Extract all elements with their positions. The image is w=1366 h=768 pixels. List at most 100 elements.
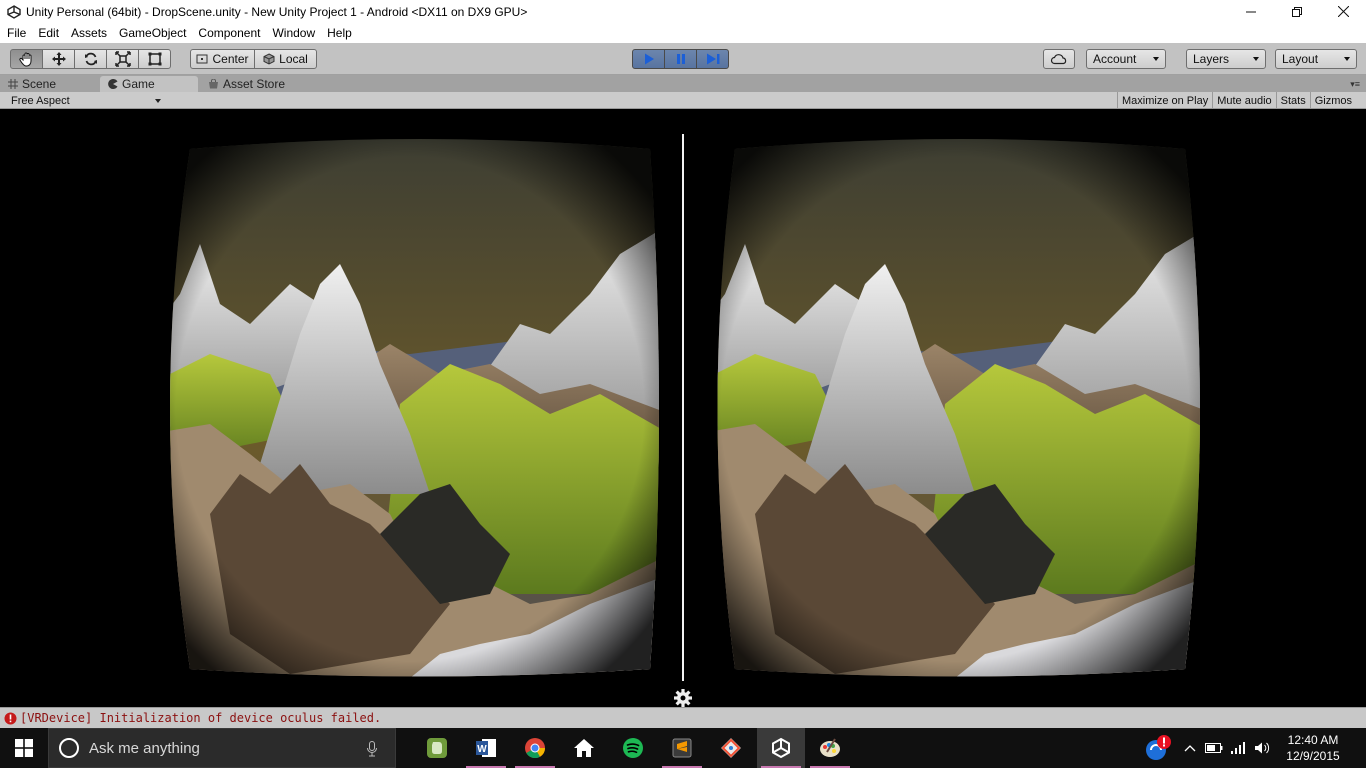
taskbar-home[interactable] xyxy=(560,728,608,768)
menu-assets[interactable]: Assets xyxy=(65,26,113,40)
layout-label: Layout xyxy=(1282,52,1319,66)
mute-audio-toggle[interactable]: Mute audio xyxy=(1212,92,1275,109)
game-view[interactable] xyxy=(0,109,1366,707)
microphone-icon[interactable] xyxy=(367,741,377,762)
tray-volume[interactable] xyxy=(1250,728,1274,768)
rotate-tool-button[interactable] xyxy=(74,49,107,69)
maximize-button[interactable] xyxy=(1274,0,1320,23)
play-controls xyxy=(632,49,729,69)
chrome-icon xyxy=(525,738,546,759)
start-button[interactable] xyxy=(0,728,48,768)
cortana-icon xyxy=(59,738,79,758)
pivot-label: Center xyxy=(212,52,249,66)
tab-scene[interactable]: Scene xyxy=(0,76,98,92)
menu-file[interactable]: File xyxy=(1,26,32,40)
cloud-icon xyxy=(1050,54,1067,65)
gear-icon xyxy=(674,689,692,707)
gizmos-dropdown[interactable]: Gizmos xyxy=(1309,92,1366,109)
taskbar-paint[interactable] xyxy=(806,728,854,768)
close-button[interactable] xyxy=(1320,0,1366,23)
account-dropdown[interactable]: Account xyxy=(1086,49,1166,69)
layers-dropdown[interactable]: Layers xyxy=(1186,49,1266,69)
error-icon xyxy=(4,712,17,725)
hand-tool-button[interactable] xyxy=(10,49,43,69)
tab-game[interactable]: Game xyxy=(100,76,198,92)
clock-date: 12/9/2015 xyxy=(1286,749,1340,763)
git-icon xyxy=(721,738,741,758)
search-box[interactable]: Ask me anything xyxy=(48,728,396,768)
battery-icon xyxy=(1205,743,1223,753)
unity-icon xyxy=(772,737,790,759)
tray-battery[interactable] xyxy=(1202,728,1226,768)
home-icon xyxy=(574,739,594,757)
step-button[interactable] xyxy=(696,49,729,69)
sublime-icon xyxy=(672,738,692,758)
aspect-dropdown[interactable]: Free Aspect xyxy=(6,94,164,107)
maximize-on-play-toggle[interactable]: Maximize on Play xyxy=(1117,92,1212,109)
unity-icon xyxy=(6,4,22,20)
view-tabs: Scene Game Asset Store ▾≡ xyxy=(0,75,1366,92)
scale-tool-button[interactable] xyxy=(106,49,139,69)
layout-dropdown[interactable]: Layout xyxy=(1275,49,1357,69)
space-local-button[interactable]: Local xyxy=(254,49,317,69)
menu-bar: File Edit Assets GameObject Component Wi… xyxy=(0,23,1366,43)
taskbar-unity[interactable] xyxy=(757,728,805,768)
svg-text:W: W xyxy=(477,744,487,755)
menu-help[interactable]: Help xyxy=(321,26,358,40)
tray-chevron-up[interactable] xyxy=(1178,728,1202,768)
taskbar-evernote[interactable] xyxy=(413,728,461,768)
show-desktop-button[interactable] xyxy=(1352,728,1366,768)
taskbar-sublime[interactable] xyxy=(658,728,706,768)
layers-label: Layers xyxy=(1193,52,1230,66)
menu-component[interactable]: Component xyxy=(192,26,266,40)
pivot-icon xyxy=(196,54,208,64)
move-tool-button[interactable] xyxy=(42,49,75,69)
chevron-down-icon xyxy=(1153,57,1159,61)
console-status-bar[interactable]: [VRDevice] Initialization of device ocul… xyxy=(0,707,1366,728)
main-toolbar: Center Local Account Layers Layout xyxy=(0,43,1366,75)
pause-button[interactable] xyxy=(664,49,697,69)
grid-icon xyxy=(8,79,18,89)
window-title: Unity Personal (64bit) - DropScene.unity… xyxy=(26,4,528,19)
clock[interactable]: 12:40 AM 12/9/2015 xyxy=(1274,732,1352,764)
bag-icon xyxy=(208,79,219,89)
aspect-label: Free Aspect xyxy=(11,94,70,107)
menu-edit[interactable]: Edit xyxy=(32,26,65,40)
cloud-button[interactable] xyxy=(1043,49,1075,69)
pivot-toggles: Center Local xyxy=(190,49,317,69)
windows-taskbar: Ask me anything W 12:40 AM 12/9/2015 xyxy=(0,728,1366,768)
rect-tool-button[interactable] xyxy=(138,49,171,69)
step-icon xyxy=(706,53,719,65)
hand-tool-icon xyxy=(18,52,31,67)
taskbar-chrome[interactable] xyxy=(511,728,559,768)
chevron-down-icon xyxy=(155,99,161,103)
tab-asset-store[interactable]: Asset Store xyxy=(200,76,310,92)
volume-icon xyxy=(1255,742,1270,754)
play-button[interactable] xyxy=(632,49,665,69)
menu-window[interactable]: Window xyxy=(266,26,321,40)
taskbar-git[interactable] xyxy=(707,728,755,768)
pivot-center-button[interactable]: Center xyxy=(190,49,255,69)
spotify-icon xyxy=(623,738,643,758)
transform-tools xyxy=(10,49,171,69)
evernote-icon xyxy=(427,738,447,758)
move-tool-icon xyxy=(51,52,66,66)
pacman-icon xyxy=(108,79,118,89)
menu-gameobject[interactable]: GameObject xyxy=(113,26,192,40)
taskbar-word[interactable]: W xyxy=(462,728,510,768)
minimize-button[interactable] xyxy=(1228,0,1274,23)
taskbar-spotify[interactable] xyxy=(609,728,657,768)
tray-network[interactable] xyxy=(1226,728,1250,768)
chevron-down-icon xyxy=(1253,57,1259,61)
search-placeholder: Ask me anything xyxy=(89,739,200,757)
vr-stereo-render xyxy=(170,134,1200,707)
maximize-icon xyxy=(1292,6,1302,17)
tray-alert[interactable] xyxy=(1138,728,1178,768)
title-bar: Unity Personal (64bit) - DropScene.unity… xyxy=(0,0,1366,23)
rect-tool-icon xyxy=(148,52,161,66)
system-tray: 12:40 AM 12/9/2015 xyxy=(1138,728,1366,768)
status-message: [VRDevice] Initialization of device ocul… xyxy=(20,711,382,725)
tab-menu-icon[interactable]: ▾≡ xyxy=(1350,79,1360,90)
stats-toggle[interactable]: Stats xyxy=(1275,92,1310,109)
close-icon xyxy=(1337,6,1349,17)
